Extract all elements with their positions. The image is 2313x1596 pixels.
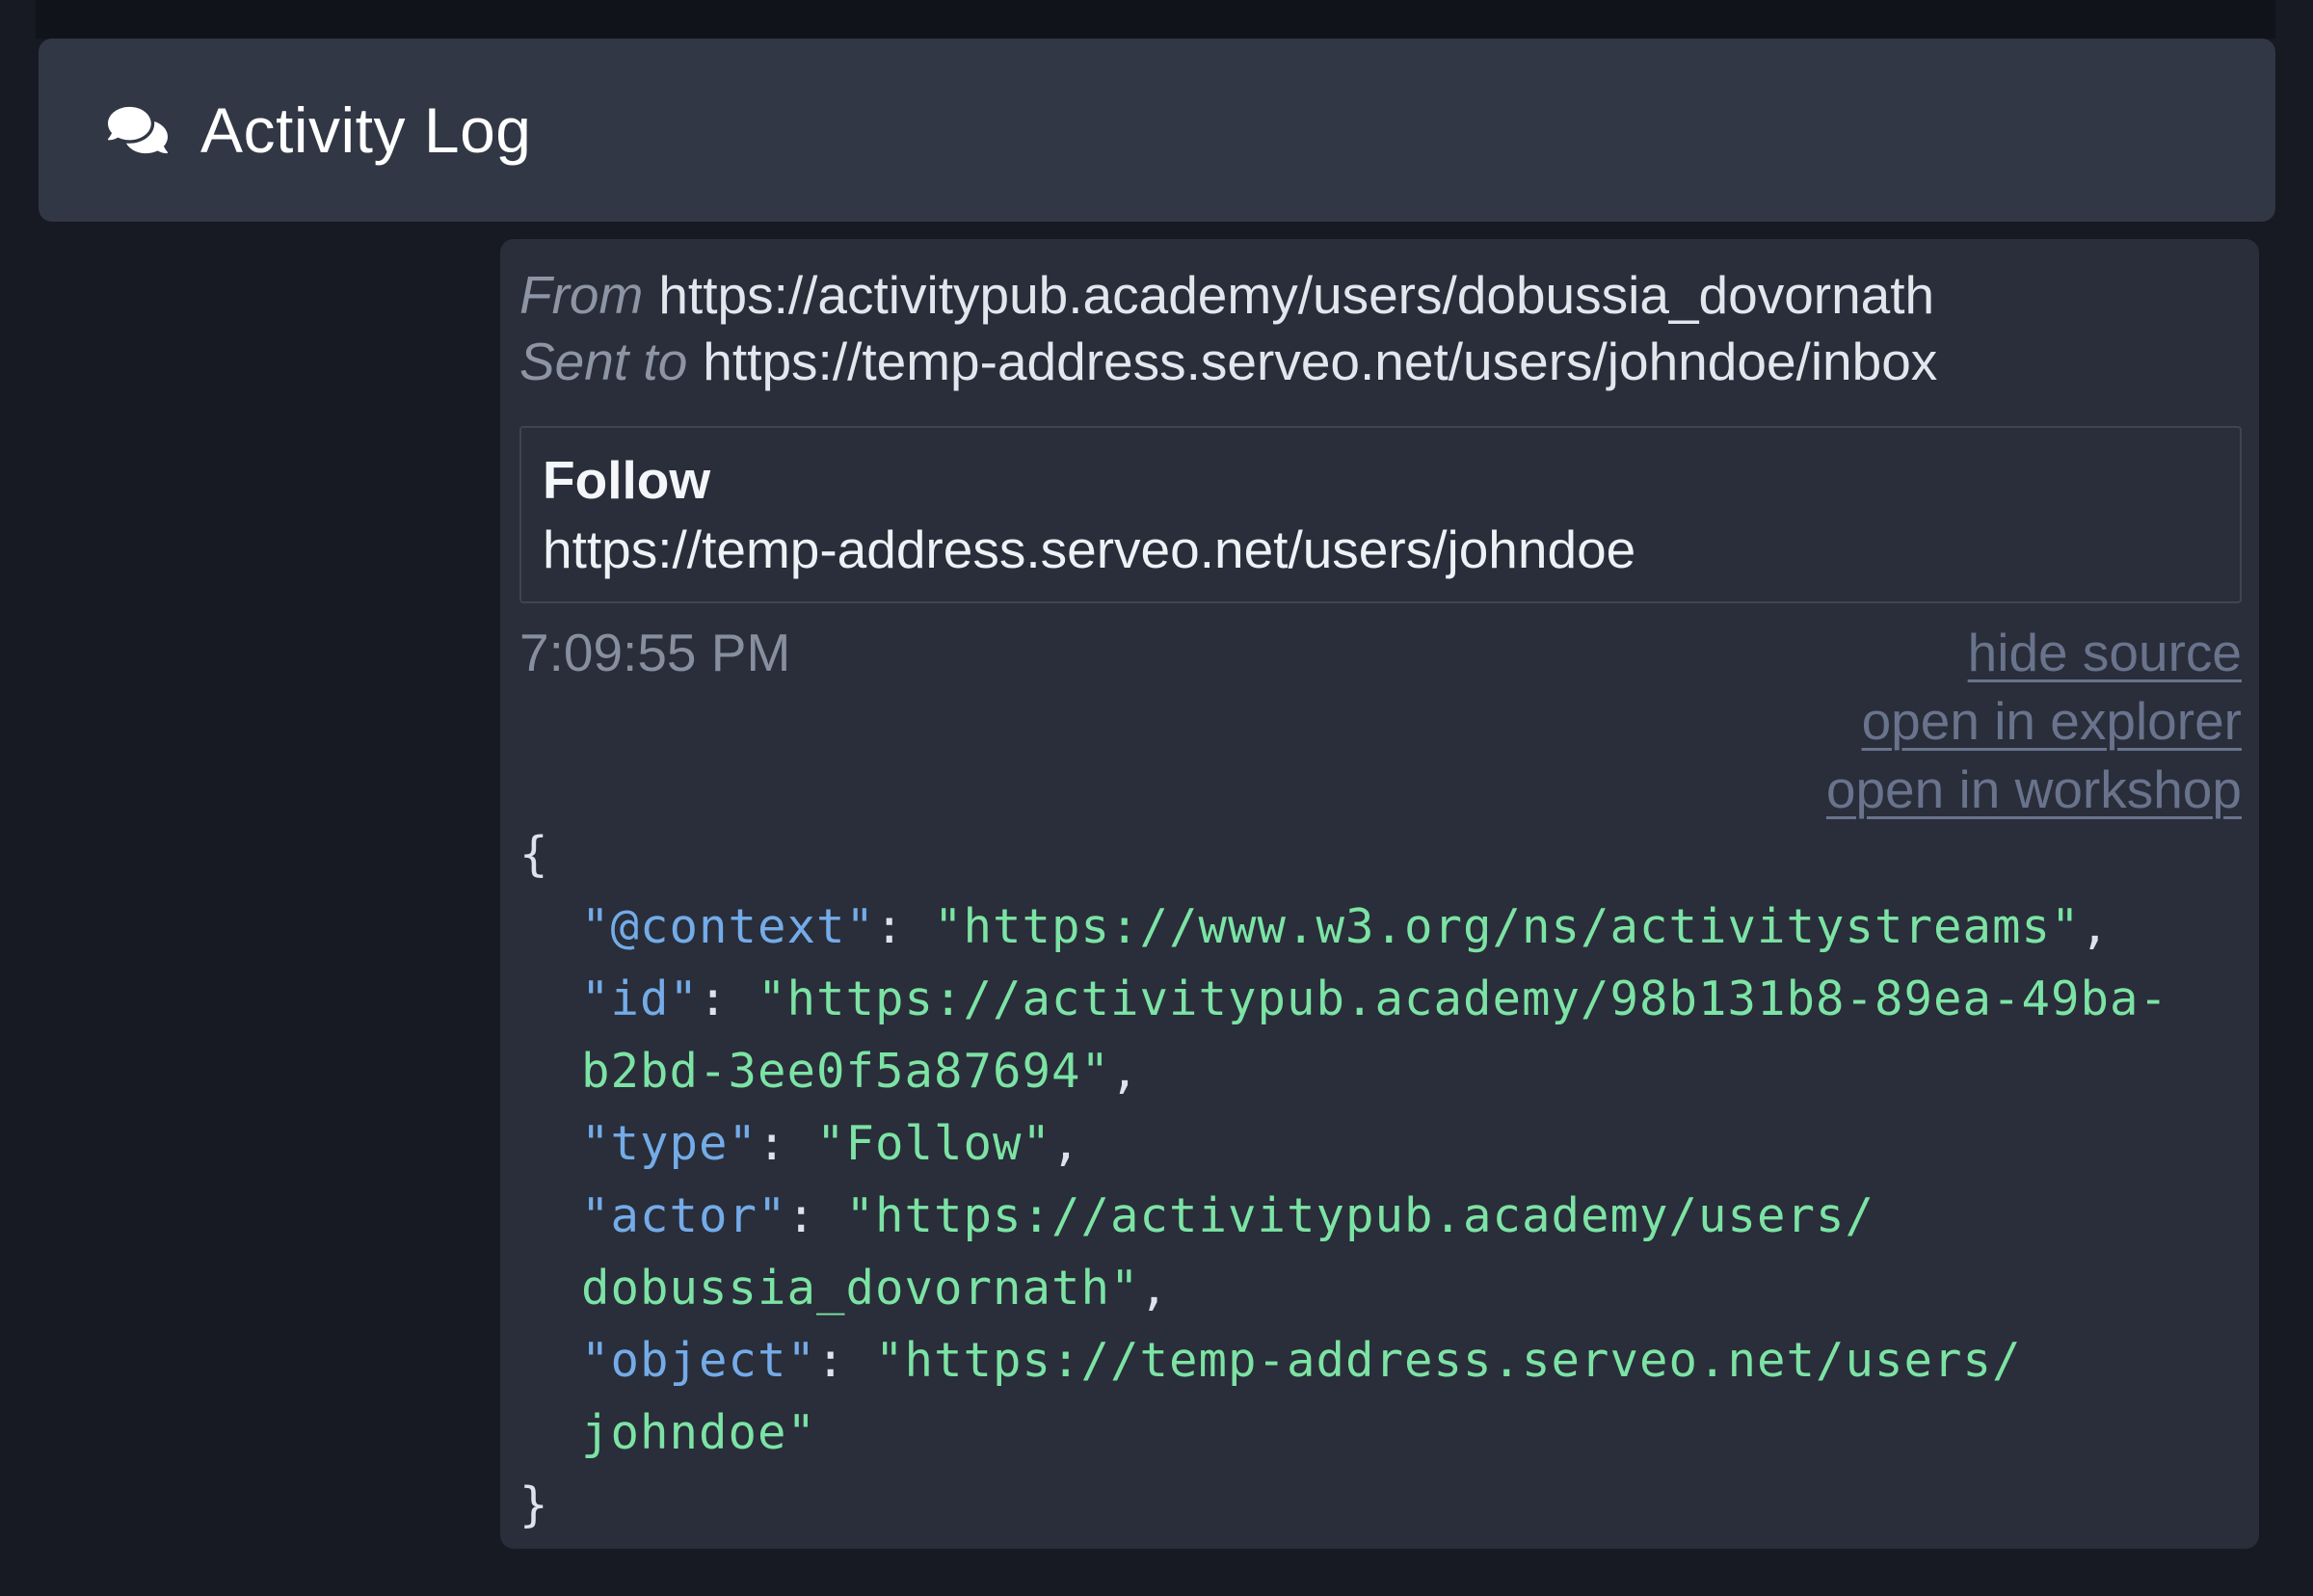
code-token: johndoe" [581, 1405, 817, 1460]
sent-to-url: https://temp-address.serveo.net/users/jo… [703, 332, 1938, 391]
activity-log-header: Activity Log [39, 39, 2275, 222]
code-token: , [1051, 1116, 1081, 1171]
code-line: "id": "https://activitypub.academy/98b13… [519, 963, 2242, 1035]
code-line: "actor": "https://activitypub.academy/us… [519, 1180, 2242, 1252]
hide-source-link[interactable]: hide source [1968, 619, 2242, 687]
open-in-workshop-link[interactable]: open in workshop [1826, 756, 2242, 824]
sent-to-label: Sent to [519, 332, 688, 391]
code-line: "object": "https://temp-address.serveo.n… [519, 1324, 2242, 1396]
code-token: { [519, 827, 549, 882]
activity-type: Follow [543, 450, 711, 510]
code-token: : [875, 899, 935, 954]
activity-target-url: https://temp-address.serveo.net/users/jo… [543, 519, 1636, 579]
code-line: "@context": "https://www.w3.org/ns/activ… [519, 891, 2242, 963]
timestamp: 7:09:55 PM [519, 623, 791, 682]
code-token: : [758, 1116, 817, 1171]
comments-icon [108, 106, 168, 154]
code-token: "object" [581, 1333, 817, 1388]
code-token: "https://www.w3.org/ns/activitystreams" [934, 899, 2081, 954]
from-url: https://activitypub.academy/users/dobuss… [658, 265, 1935, 325]
sent-to-line: Sent to https://temp-address.serveo.net/u… [519, 329, 2242, 395]
page: { "header": { "title": "Activity Log", "… [0, 0, 2313, 1596]
panel-title: Activity Log [200, 94, 532, 166]
code-token: } [519, 1477, 549, 1532]
code-line: } [519, 1469, 2242, 1541]
code-token: "https://activitypub.academy/98b131b8-89… [758, 971, 2169, 1026]
from-label: From [519, 265, 644, 325]
code-token: , [1139, 1261, 1170, 1316]
code-line: b2bd-3ee0f5a87694", [519, 1035, 2242, 1107]
action-links: hide source open in explorer open in works… [1826, 619, 2242, 824]
code-line: johndoe" [519, 1396, 2242, 1469]
code-token: "actor" [581, 1188, 787, 1243]
from-line: From https://activitypub.academy/users/do… [519, 262, 2242, 329]
code-token: "https://activitypub.academy/users/ [845, 1188, 1875, 1243]
timestamp-and-actions-row: 7:09:55 PM hide source open in explorer op… [519, 619, 2242, 824]
activity-entry-card: From https://activitypub.academy/users/do… [500, 239, 2259, 1549]
code-token: : [786, 1188, 846, 1243]
code-token: "Follow" [816, 1116, 1052, 1171]
top-strip [36, 0, 2275, 39]
code-token: "id" [581, 971, 700, 1026]
code-token: : [816, 1333, 876, 1388]
code-token: : [699, 971, 758, 1026]
code-token: "@context" [581, 899, 876, 954]
code-token: "https://temp-address.serveo.net/users/ [875, 1333, 2022, 1388]
activity-source-json: { "@context": "https://www.w3.org/ns/acti… [519, 818, 2242, 1541]
code-token: b2bd-3ee0f5a87694" [581, 1044, 1111, 1099]
code-token: "type" [581, 1116, 758, 1171]
open-in-explorer-link[interactable]: open in explorer [1862, 687, 2242, 756]
code-line: "type": "Follow", [519, 1107, 2242, 1180]
code-token: dobussia_dovornath" [581, 1261, 1140, 1316]
code-token: , [1110, 1044, 1140, 1099]
code-line: { [519, 818, 2242, 891]
code-token: , [2080, 899, 2111, 954]
code-line: dobussia_dovornath", [519, 1252, 2242, 1324]
activity-summary-box: Follow https://temp-address.serveo.net/u… [519, 426, 2242, 603]
